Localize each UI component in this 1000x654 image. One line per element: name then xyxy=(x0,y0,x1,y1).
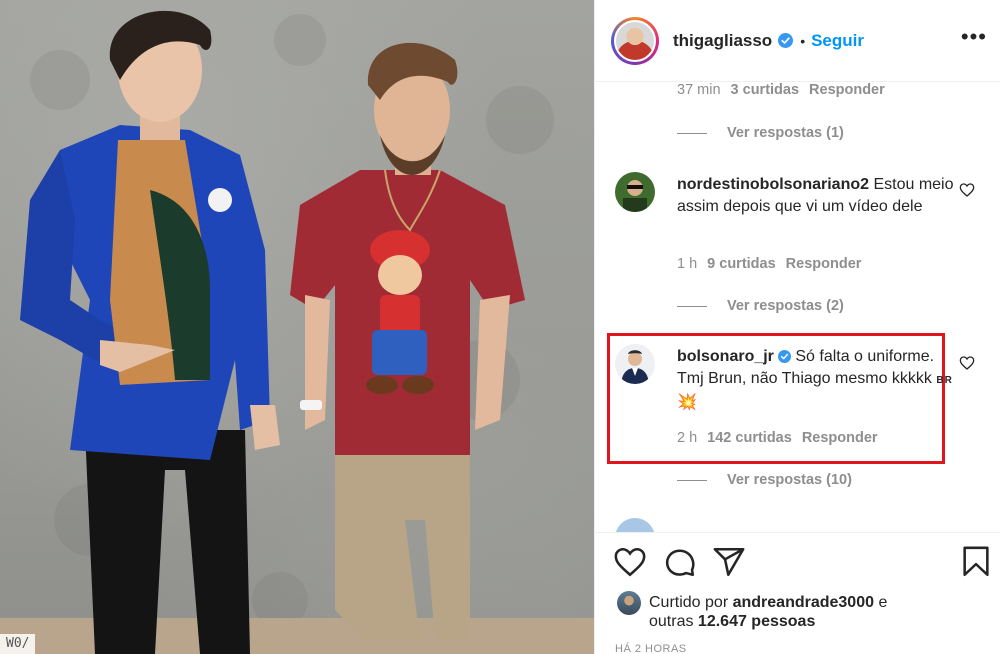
liker-username[interactable]: andreandrade3000 xyxy=(733,594,874,611)
verified-icon xyxy=(778,33,794,48)
reply-button[interactable]: Responder xyxy=(809,82,885,98)
comment-meta: 1 h 9 curtidas Responder xyxy=(677,256,861,272)
comment-text: bolsonaro_jr Só falta o uniforme. Tmj Br… xyxy=(677,346,957,414)
more-icon[interactable]: ••• xyxy=(961,26,987,48)
comment-time: 37 min xyxy=(677,82,721,98)
likes-count[interactable]: outras 12.647 pessoas xyxy=(649,613,815,631)
commenter-avatar[interactable] xyxy=(615,172,655,212)
others-count: 12.647 pessoas xyxy=(697,613,816,630)
bookmark-icon[interactable] xyxy=(959,545,993,579)
view-replies-button[interactable]: Ver respostas (10) xyxy=(677,472,852,488)
heart-icon[interactable] xyxy=(959,182,975,198)
comment-text: nordestinobolsonariano2 Estou meio assim… xyxy=(677,174,957,218)
liked-and: e xyxy=(874,594,888,611)
comments-list[interactable]: 37 min 3 curtidas Responder Ver respostas … xyxy=(595,82,1000,532)
comment-meta: 37 min 3 curtidas Responder xyxy=(677,82,885,98)
post-sidebar: thigagliasso • Seguir ••• 37 min 3 curtid… xyxy=(594,0,1000,654)
liked-prefix: Curtido por xyxy=(649,594,733,611)
comment-likes[interactable]: 9 curtidas xyxy=(707,256,776,272)
liked-by: Curtido por andreandrade3000 e xyxy=(617,591,887,615)
reply-button[interactable]: Responder xyxy=(802,430,878,446)
liker-avatar[interactable] xyxy=(617,591,641,615)
comment-icon[interactable] xyxy=(663,545,697,579)
view-replies-button[interactable]: Ver respostas (2) xyxy=(677,298,844,314)
collision-emoji: 💥 xyxy=(677,394,697,411)
others-prefix: outras xyxy=(649,613,698,630)
heart-icon[interactable] xyxy=(613,545,647,579)
view-replies-label: Ver respostas (1) xyxy=(727,125,844,141)
commenter-avatar[interactable] xyxy=(615,344,655,384)
commenter-avatar[interactable] xyxy=(615,518,655,532)
author-username[interactable]: thigagliasso xyxy=(673,31,772,51)
post-header: thigagliasso • Seguir ••• xyxy=(595,0,1000,82)
comment-username[interactable]: bolsonaro_jr xyxy=(677,348,774,365)
comment-username[interactable]: nordestinobolsonariano2 xyxy=(677,176,869,193)
comment-time: 2 h xyxy=(677,430,698,446)
comment-meta: 2 h 142 curtidas Responder xyxy=(677,430,878,446)
photo-illustration xyxy=(0,10,594,654)
divider-line xyxy=(677,132,707,134)
share-icon[interactable] xyxy=(712,545,746,579)
view-replies-label: Ver respostas (2) xyxy=(727,298,844,314)
divider-line xyxy=(677,479,707,481)
liked-by-text: Curtido por andreandrade3000 e xyxy=(649,592,887,614)
comment-time: 1 h xyxy=(677,256,698,272)
post-photo[interactable]: W0/ xyxy=(0,0,594,654)
author-avatar[interactable] xyxy=(611,16,659,65)
photo-watermark: W0/ xyxy=(0,634,36,654)
post-timestamp: HÁ 2 HORAS xyxy=(615,643,687,654)
comment-likes[interactable]: 142 curtidas xyxy=(707,430,792,446)
reply-button[interactable]: Responder xyxy=(786,256,862,272)
post-actions: Curtido por andreandrade3000 e outras 12… xyxy=(595,532,1000,654)
comment-likes[interactable]: 3 curtidas xyxy=(731,82,800,98)
heart-icon[interactable] xyxy=(959,355,975,371)
commenter-avatar-image xyxy=(615,172,655,212)
view-replies-label: Ver respostas (10) xyxy=(727,472,852,488)
follow-button[interactable]: Seguir xyxy=(811,31,864,51)
verified-icon xyxy=(777,350,791,363)
separator-dot: • xyxy=(800,32,806,49)
commenter-avatar-image xyxy=(615,344,655,384)
br-flag: BR xyxy=(936,375,953,386)
divider-line xyxy=(677,305,707,307)
view-replies-button[interactable]: Ver respostas (1) xyxy=(677,125,844,141)
